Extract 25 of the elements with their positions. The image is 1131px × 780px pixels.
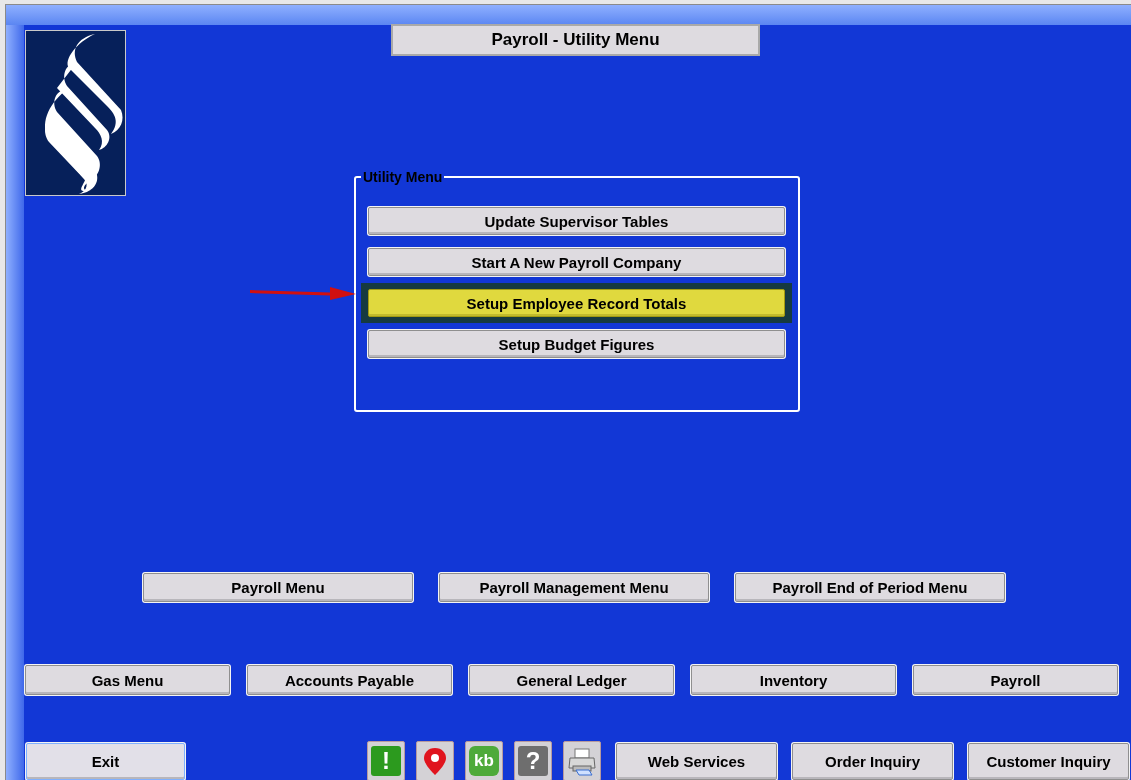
logo-icon [25,30,126,196]
menu-button[interactable]: Payroll End of Period Menu [735,573,1005,602]
help-button[interactable]: ? [514,741,552,780]
arrow-icon [250,284,356,300]
nav-button[interactable]: Customer Inquiry [968,742,1129,780]
menu-button[interactable]: Payroll Menu [143,573,413,602]
nav-button[interactable]: Order Inquiry [792,742,953,780]
menu-button[interactable]: Setup Budget Figures [368,330,785,358]
module-button[interactable]: Gas Menu [25,665,230,695]
module-button[interactable]: Accounts Payable [247,665,452,695]
exit-button[interactable]: Exit [26,742,185,780]
alert-button[interactable]: ! [367,741,405,780]
printer-icon [567,746,597,776]
location-button[interactable] [416,741,454,780]
nav-button[interactable]: Web Services [616,742,777,780]
module-button[interactable]: General Ledger [469,665,674,695]
module-button[interactable]: Payroll [913,665,1118,695]
menu-button[interactable]: Update Supervisor Tables [368,207,785,235]
menu-button[interactable]: Payroll Management Menu [439,573,709,602]
group-label: Utility Menu [361,169,445,185]
window-title: Payroll - Utility Menu [391,24,760,56]
menu-button[interactable]: Start A New Payroll Company [368,248,785,276]
print-button[interactable] [563,741,601,780]
menu-button[interactable]: Setup Employee Record Totals [368,289,785,317]
module-button[interactable]: Inventory [691,665,896,695]
